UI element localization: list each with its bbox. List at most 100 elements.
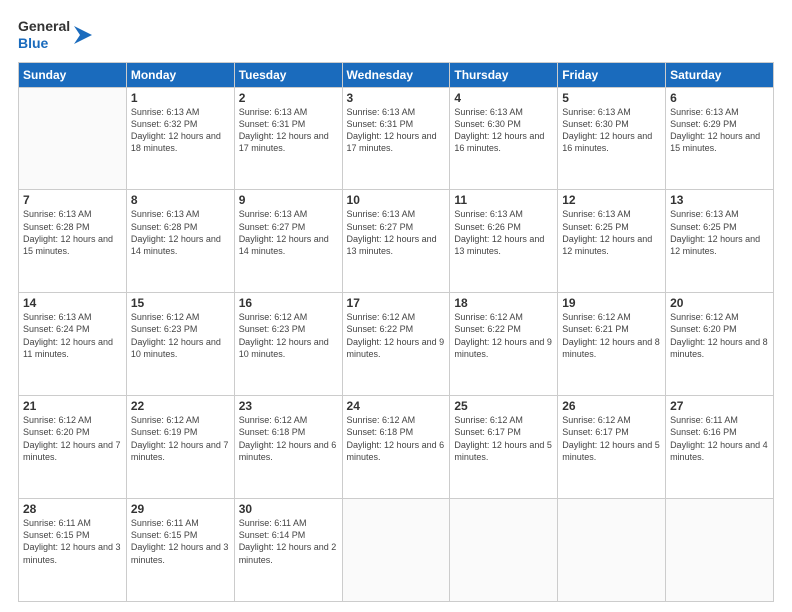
weekday-thursday: Thursday	[450, 62, 558, 87]
calendar-week-1: 1Sunrise: 6:13 AM Sunset: 6:32 PM Daylig…	[19, 87, 774, 190]
weekday-tuesday: Tuesday	[234, 62, 342, 87]
calendar-cell	[558, 499, 666, 602]
day-number: 14	[23, 296, 122, 310]
weekday-sunday: Sunday	[19, 62, 127, 87]
calendar-cell: 27Sunrise: 6:11 AM Sunset: 6:16 PM Dayli…	[666, 396, 774, 499]
day-info: Sunrise: 6:12 AM Sunset: 6:21 PM Dayligh…	[562, 311, 661, 360]
day-info: Sunrise: 6:12 AM Sunset: 6:23 PM Dayligh…	[239, 311, 338, 360]
day-number: 29	[131, 502, 230, 516]
day-number: 5	[562, 91, 661, 105]
day-number: 9	[239, 193, 338, 207]
calendar-cell: 30Sunrise: 6:11 AM Sunset: 6:14 PM Dayli…	[234, 499, 342, 602]
day-number: 13	[670, 193, 769, 207]
calendar-week-3: 14Sunrise: 6:13 AM Sunset: 6:24 PM Dayli…	[19, 293, 774, 396]
day-number: 23	[239, 399, 338, 413]
calendar-cell: 26Sunrise: 6:12 AM Sunset: 6:17 PM Dayli…	[558, 396, 666, 499]
calendar-cell: 5Sunrise: 6:13 AM Sunset: 6:30 PM Daylig…	[558, 87, 666, 190]
day-info: Sunrise: 6:13 AM Sunset: 6:31 PM Dayligh…	[239, 106, 338, 155]
logo-graphic: General Blue	[18, 18, 94, 52]
calendar-table: SundayMondayTuesdayWednesdayThursdayFrid…	[18, 62, 774, 602]
weekday-wednesday: Wednesday	[342, 62, 450, 87]
day-info: Sunrise: 6:12 AM Sunset: 6:23 PM Dayligh…	[131, 311, 230, 360]
day-info: Sunrise: 6:13 AM Sunset: 6:28 PM Dayligh…	[131, 208, 230, 257]
day-number: 18	[454, 296, 553, 310]
day-number: 4	[454, 91, 553, 105]
calendar-cell: 19Sunrise: 6:12 AM Sunset: 6:21 PM Dayli…	[558, 293, 666, 396]
day-number: 28	[23, 502, 122, 516]
day-info: Sunrise: 6:13 AM Sunset: 6:26 PM Dayligh…	[454, 208, 553, 257]
calendar-cell: 4Sunrise: 6:13 AM Sunset: 6:30 PM Daylig…	[450, 87, 558, 190]
calendar-week-4: 21Sunrise: 6:12 AM Sunset: 6:20 PM Dayli…	[19, 396, 774, 499]
day-info: Sunrise: 6:13 AM Sunset: 6:27 PM Dayligh…	[239, 208, 338, 257]
day-number: 22	[131, 399, 230, 413]
day-number: 15	[131, 296, 230, 310]
day-number: 1	[131, 91, 230, 105]
day-number: 10	[347, 193, 446, 207]
day-number: 21	[23, 399, 122, 413]
calendar-week-5: 28Sunrise: 6:11 AM Sunset: 6:15 PM Dayli…	[19, 499, 774, 602]
calendar-cell: 10Sunrise: 6:13 AM Sunset: 6:27 PM Dayli…	[342, 190, 450, 293]
day-number: 16	[239, 296, 338, 310]
calendar-cell: 14Sunrise: 6:13 AM Sunset: 6:24 PM Dayli…	[19, 293, 127, 396]
calendar-cell: 11Sunrise: 6:13 AM Sunset: 6:26 PM Dayli…	[450, 190, 558, 293]
day-info: Sunrise: 6:12 AM Sunset: 6:17 PM Dayligh…	[562, 414, 661, 463]
calendar-cell	[342, 499, 450, 602]
weekday-monday: Monday	[126, 62, 234, 87]
day-info: Sunrise: 6:13 AM Sunset: 6:25 PM Dayligh…	[562, 208, 661, 257]
calendar-cell: 9Sunrise: 6:13 AM Sunset: 6:27 PM Daylig…	[234, 190, 342, 293]
day-number: 12	[562, 193, 661, 207]
day-info: Sunrise: 6:13 AM Sunset: 6:24 PM Dayligh…	[23, 311, 122, 360]
day-info: Sunrise: 6:12 AM Sunset: 6:17 PM Dayligh…	[454, 414, 553, 463]
day-info: Sunrise: 6:11 AM Sunset: 6:15 PM Dayligh…	[131, 517, 230, 566]
day-number: 20	[670, 296, 769, 310]
day-number: 3	[347, 91, 446, 105]
header: General Blue	[18, 18, 774, 52]
day-info: Sunrise: 6:13 AM Sunset: 6:30 PM Dayligh…	[562, 106, 661, 155]
day-info: Sunrise: 6:11 AM Sunset: 6:16 PM Dayligh…	[670, 414, 769, 463]
day-info: Sunrise: 6:12 AM Sunset: 6:22 PM Dayligh…	[347, 311, 446, 360]
calendar-cell: 7Sunrise: 6:13 AM Sunset: 6:28 PM Daylig…	[19, 190, 127, 293]
day-info: Sunrise: 6:12 AM Sunset: 6:20 PM Dayligh…	[670, 311, 769, 360]
day-number: 11	[454, 193, 553, 207]
calendar-cell: 24Sunrise: 6:12 AM Sunset: 6:18 PM Dayli…	[342, 396, 450, 499]
calendar-cell: 1Sunrise: 6:13 AM Sunset: 6:32 PM Daylig…	[126, 87, 234, 190]
calendar-cell	[19, 87, 127, 190]
calendar-cell: 25Sunrise: 6:12 AM Sunset: 6:17 PM Dayli…	[450, 396, 558, 499]
calendar-cell: 16Sunrise: 6:12 AM Sunset: 6:23 PM Dayli…	[234, 293, 342, 396]
day-info: Sunrise: 6:13 AM Sunset: 6:30 PM Dayligh…	[454, 106, 553, 155]
day-info: Sunrise: 6:12 AM Sunset: 6:18 PM Dayligh…	[239, 414, 338, 463]
calendar-cell: 13Sunrise: 6:13 AM Sunset: 6:25 PM Dayli…	[666, 190, 774, 293]
calendar-week-2: 7Sunrise: 6:13 AM Sunset: 6:28 PM Daylig…	[19, 190, 774, 293]
day-info: Sunrise: 6:13 AM Sunset: 6:27 PM Dayligh…	[347, 208, 446, 257]
calendar-cell: 8Sunrise: 6:13 AM Sunset: 6:28 PM Daylig…	[126, 190, 234, 293]
day-info: Sunrise: 6:12 AM Sunset: 6:18 PM Dayligh…	[347, 414, 446, 463]
calendar-cell: 29Sunrise: 6:11 AM Sunset: 6:15 PM Dayli…	[126, 499, 234, 602]
calendar-cell: 18Sunrise: 6:12 AM Sunset: 6:22 PM Dayli…	[450, 293, 558, 396]
day-info: Sunrise: 6:13 AM Sunset: 6:31 PM Dayligh…	[347, 106, 446, 155]
calendar-cell: 3Sunrise: 6:13 AM Sunset: 6:31 PM Daylig…	[342, 87, 450, 190]
calendar-cell: 20Sunrise: 6:12 AM Sunset: 6:20 PM Dayli…	[666, 293, 774, 396]
logo-arrow-icon	[72, 24, 94, 46]
logo: General Blue	[18, 18, 94, 52]
calendar-cell: 12Sunrise: 6:13 AM Sunset: 6:25 PM Dayli…	[558, 190, 666, 293]
day-info: Sunrise: 6:13 AM Sunset: 6:25 PM Dayligh…	[670, 208, 769, 257]
day-info: Sunrise: 6:12 AM Sunset: 6:20 PM Dayligh…	[23, 414, 122, 463]
day-number: 17	[347, 296, 446, 310]
calendar-cell: 6Sunrise: 6:13 AM Sunset: 6:29 PM Daylig…	[666, 87, 774, 190]
day-info: Sunrise: 6:11 AM Sunset: 6:14 PM Dayligh…	[239, 517, 338, 566]
weekday-friday: Friday	[558, 62, 666, 87]
day-info: Sunrise: 6:12 AM Sunset: 6:19 PM Dayligh…	[131, 414, 230, 463]
day-info: Sunrise: 6:13 AM Sunset: 6:29 PM Dayligh…	[670, 106, 769, 155]
logo-text: General Blue	[18, 18, 70, 52]
calendar-cell	[666, 499, 774, 602]
calendar-cell: 2Sunrise: 6:13 AM Sunset: 6:31 PM Daylig…	[234, 87, 342, 190]
calendar-cell: 17Sunrise: 6:12 AM Sunset: 6:22 PM Dayli…	[342, 293, 450, 396]
weekday-header-row: SundayMondayTuesdayWednesdayThursdayFrid…	[19, 62, 774, 87]
calendar-cell	[450, 499, 558, 602]
day-info: Sunrise: 6:13 AM Sunset: 6:28 PM Dayligh…	[23, 208, 122, 257]
calendar-cell: 23Sunrise: 6:12 AM Sunset: 6:18 PM Dayli…	[234, 396, 342, 499]
weekday-saturday: Saturday	[666, 62, 774, 87]
calendar-cell: 28Sunrise: 6:11 AM Sunset: 6:15 PM Dayli…	[19, 499, 127, 602]
day-info: Sunrise: 6:12 AM Sunset: 6:22 PM Dayligh…	[454, 311, 553, 360]
day-info: Sunrise: 6:11 AM Sunset: 6:15 PM Dayligh…	[23, 517, 122, 566]
